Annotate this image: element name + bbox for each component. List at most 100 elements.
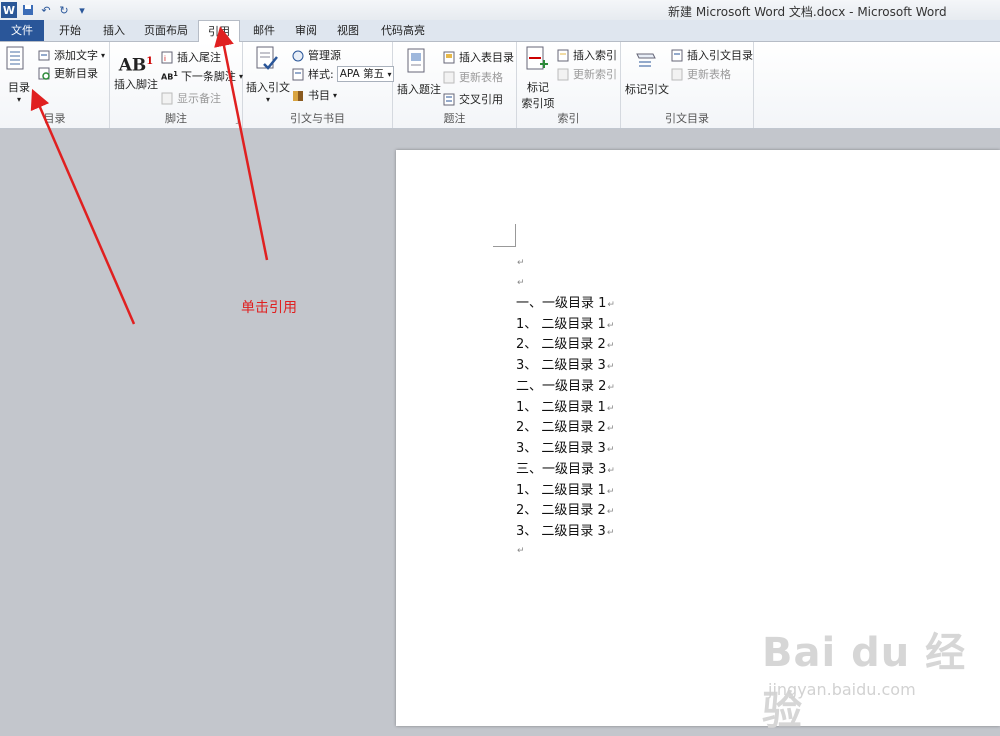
update-table-icon xyxy=(443,71,455,83)
tab-page-layout[interactable]: 页面布局 xyxy=(140,20,192,41)
insert-citation-button[interactable]: 插入引文 ▾ xyxy=(245,46,291,104)
mark-entry-label-1: 标记 xyxy=(527,81,549,94)
tab-references[interactable]: 引用 xyxy=(198,20,240,42)
dialog-launcher-icon[interactable]: ⌟ xyxy=(235,116,239,125)
chevron-down-icon: ▾ xyxy=(16,95,21,104)
show-notes-button[interactable]: 显示备注 xyxy=(161,90,221,106)
paragraph-mark: ↵ xyxy=(607,383,615,393)
group-label-index: 索引 xyxy=(557,112,580,125)
title-bar: W ↶ ↻ ▾ 新建 Microsoft Word 文档.docx - Micr… xyxy=(0,0,1000,20)
insert-toa-label: 插入引文目录 xyxy=(687,49,753,62)
group-citations: 插入引文 ▾ 管理源 样式: APA 第五 ▾ 书目 ▾ 引文与书目 xyxy=(243,42,395,128)
update-toa-icon xyxy=(671,68,683,80)
update-toc-icon xyxy=(38,67,50,80)
tab-view[interactable]: 视图 xyxy=(330,20,366,41)
group-label-captions: 题注 xyxy=(443,112,466,125)
bibliography-icon xyxy=(293,90,303,101)
update-index-label: 更新索引 xyxy=(573,68,617,81)
document-line: 3、 二级目录 3↵ xyxy=(516,358,615,373)
tab-home[interactable]: 开始 xyxy=(50,20,90,41)
update-index-icon xyxy=(557,68,569,80)
insert-toa-button[interactable]: 插入引文目录 xyxy=(671,47,753,63)
insert-footnote-button[interactable]: AB1 插入脚注 xyxy=(114,48,158,92)
paragraph-mark: ↵ xyxy=(606,507,615,517)
manage-sources-icon xyxy=(292,50,304,61)
window-title: 新建 Microsoft Word 文档.docx - Microsoft Wo… xyxy=(668,5,947,19)
paragraph-mark: ↵ xyxy=(606,404,615,414)
insert-caption-icon xyxy=(407,48,425,73)
mark-citation-button[interactable]: 标记引文 xyxy=(625,48,669,97)
document-line: 2、 二级目录 2↵ xyxy=(516,337,615,352)
group-table-of-authorities: 标记引文 插入引文目录 更新表格 引文目录 xyxy=(621,42,754,128)
chevron-down-icon: ▾ xyxy=(265,95,270,104)
quick-access-toolbar: W ↶ ↻ ▾ xyxy=(0,0,89,20)
document-line: 1、 二级目录 1↵ xyxy=(516,483,615,498)
paragraph-mark: ↵ xyxy=(606,487,615,497)
mark-citation-icon xyxy=(636,53,656,67)
update-toa-button[interactable]: 更新表格 xyxy=(671,66,731,82)
toc-button-label: 目录 xyxy=(8,81,30,94)
update-index-button[interactable]: 更新索引 xyxy=(557,66,617,82)
mark-entry-label-2: 索引项 xyxy=(521,97,555,110)
insert-citation-icon xyxy=(256,46,278,70)
insert-table-of-figures-button[interactable]: 插入表目录 xyxy=(443,49,514,65)
document-line: 三、一级目录 3↵ xyxy=(516,462,615,477)
update-toa-label: 更新表格 xyxy=(687,68,731,81)
next-footnote-button[interactable]: AB1 下一条脚注 ▾ xyxy=(161,68,243,84)
add-text-icon xyxy=(38,50,50,60)
word-app-icon[interactable]: W xyxy=(1,2,17,18)
tab-review[interactable]: 审阅 xyxy=(288,20,324,41)
paragraph-mark: ↵ xyxy=(606,321,615,331)
document-line: 一、一级目录 1↵ xyxy=(516,296,615,311)
customize-qat-icon[interactable]: ▾ xyxy=(75,3,89,17)
redo-icon[interactable]: ↻ xyxy=(57,3,71,17)
document-line: 2、 二级目录 2↵ xyxy=(516,420,615,435)
undo-icon[interactable]: ↶ xyxy=(39,3,53,17)
group-index: 标记 索引项 插入索引 更新索引 索引 xyxy=(517,42,621,128)
paragraph-mark: ↵ xyxy=(517,546,525,556)
paragraph-mark: ↵ xyxy=(606,445,615,455)
group-toc: 目录 ▾ 添加文字 ▾ 更新目录 目录 xyxy=(0,42,110,128)
document-line: ↵ xyxy=(516,542,525,557)
paragraph-mark: ↵ xyxy=(607,300,615,310)
document-line: 1、 二级目录 1↵ xyxy=(516,317,615,332)
save-icon[interactable] xyxy=(21,3,35,17)
document-line: 3、 二级目录 3↵ xyxy=(516,524,615,539)
insert-endnote-button[interactable]: i 插入尾注 xyxy=(161,49,221,65)
tab-mailings[interactable]: 邮件 xyxy=(246,20,282,41)
page-margin-corner xyxy=(493,224,516,247)
update-table-label: 更新表格 xyxy=(459,71,503,84)
tab-file[interactable]: 文件 xyxy=(0,20,44,41)
show-notes-icon xyxy=(161,92,173,104)
cross-reference-button[interactable]: 交叉引用 xyxy=(443,91,503,107)
ribbon: 目录 ▾ 添加文字 ▾ 更新目录 目录 AB1 插入脚注 i 插入尾注 AB1 下… xyxy=(0,42,1000,129)
style-label: 样式: xyxy=(308,68,334,81)
bibliography-button[interactable]: 书目 ▾ xyxy=(292,87,337,103)
cross-reference-icon xyxy=(443,93,455,105)
citation-style-select[interactable]: 样式: APA 第五 ▾ xyxy=(292,66,395,82)
group-label-toa: 引文目录 xyxy=(665,112,709,125)
insert-index-icon xyxy=(557,49,569,61)
style-combo[interactable]: APA 第五 ▾ xyxy=(336,66,395,82)
mark-entry-button[interactable]: 标记 索引项 xyxy=(521,46,555,111)
next-footnote-label: 下一条脚注 xyxy=(180,70,236,83)
paragraph-mark: ↵ xyxy=(517,258,525,268)
paragraph-mark: ↵ xyxy=(606,341,615,351)
tab-code-highlight[interactable]: 代码高亮 xyxy=(374,20,432,41)
toc-button[interactable]: 目录 ▾ xyxy=(4,46,34,104)
style-icon xyxy=(292,68,304,80)
manage-sources-button[interactable]: 管理源 xyxy=(292,47,341,63)
insert-table-of-figures-label: 插入表目录 xyxy=(459,51,514,64)
insert-citation-label: 插入引文 xyxy=(246,81,290,94)
insert-index-button[interactable]: 插入索引 xyxy=(557,47,617,63)
add-text-button[interactable]: 添加文字 ▾ xyxy=(38,47,105,63)
insert-index-label: 插入索引 xyxy=(573,49,617,62)
show-notes-label: 显示备注 xyxy=(177,92,221,105)
group-label-toc: 目录 xyxy=(43,112,66,125)
tab-insert[interactable]: 插入 xyxy=(94,20,134,41)
baidu-watermark: Bai du 经验 xyxy=(762,630,967,734)
update-table-button[interactable]: 更新表格 xyxy=(443,69,503,85)
insert-caption-button[interactable]: 插入题注 xyxy=(397,48,441,97)
update-toc-button[interactable]: 更新目录 xyxy=(38,65,98,81)
paragraph-mark: ↵ xyxy=(517,278,525,288)
